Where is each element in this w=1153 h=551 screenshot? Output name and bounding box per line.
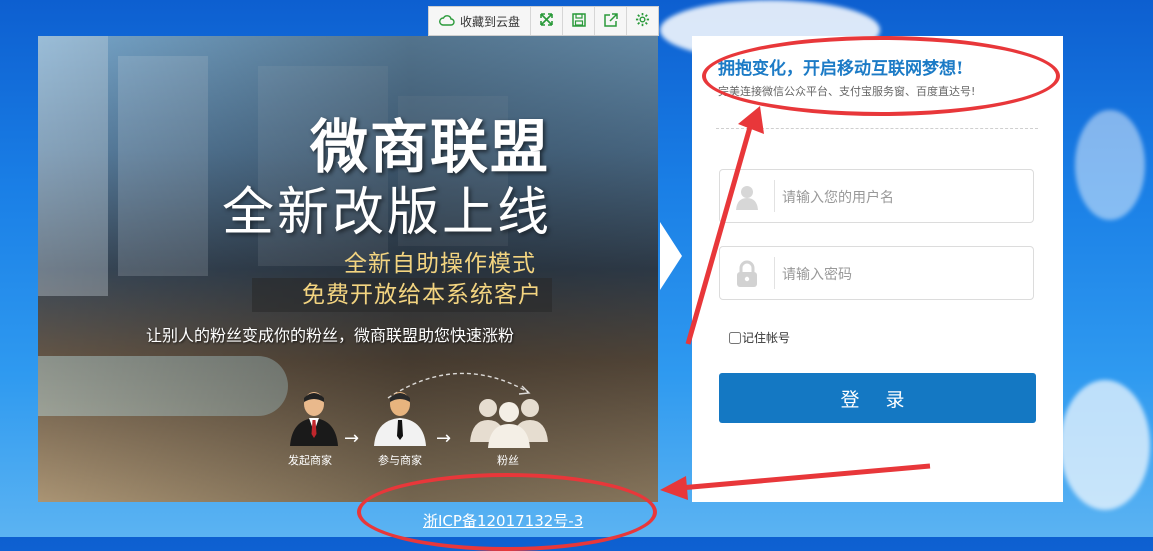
annotation-arrows [660, 106, 931, 500]
